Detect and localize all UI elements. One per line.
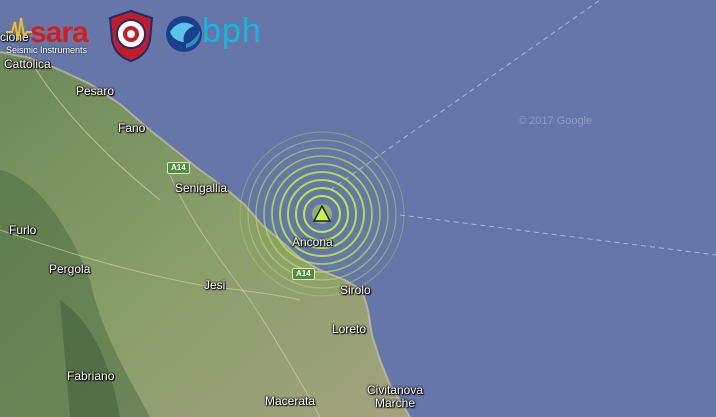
road-shield-a14-2: A14 bbox=[292, 268, 315, 280]
city-label-furlo: Furlo bbox=[9, 223, 37, 237]
city-label-senigallia: Senigallia bbox=[175, 181, 228, 195]
globe-icon bbox=[166, 16, 202, 52]
bph-logo-text: bph bbox=[202, 12, 262, 50]
warning-triangle-icon bbox=[312, 204, 332, 224]
sara-logo-text: sara bbox=[30, 16, 89, 49]
map-copyright: © 2017 Google bbox=[518, 115, 593, 127]
city-label-ancona: Ancona bbox=[292, 235, 333, 249]
map-view[interactable]: Cattolica Pesaro Fano Senigallia Ancona … bbox=[0, 0, 716, 417]
logo-bar: sara Seismic Instruments bph bbox=[0, 0, 300, 64]
city-label-macerata: Macerata bbox=[265, 394, 316, 408]
city-label-civitanova: Civitanova Marche bbox=[366, 383, 424, 410]
city-label-sirolo: Sirolo bbox=[340, 283, 371, 297]
city-label-loreto: Loreto bbox=[332, 322, 367, 336]
institution-seal-icon bbox=[108, 10, 154, 62]
road-shield-a14: A14 bbox=[167, 162, 190, 174]
city-label-fabriano: Fabriano bbox=[67, 369, 115, 383]
city-label-fano: Fano bbox=[118, 121, 146, 135]
city-label-jesi: Jesi bbox=[204, 278, 226, 292]
sara-logo-subtitle: Seismic Instruments bbox=[6, 45, 88, 55]
city-label-pesaro: Pesaro bbox=[76, 84, 115, 98]
city-label-pergola: Pergola bbox=[49, 262, 91, 276]
